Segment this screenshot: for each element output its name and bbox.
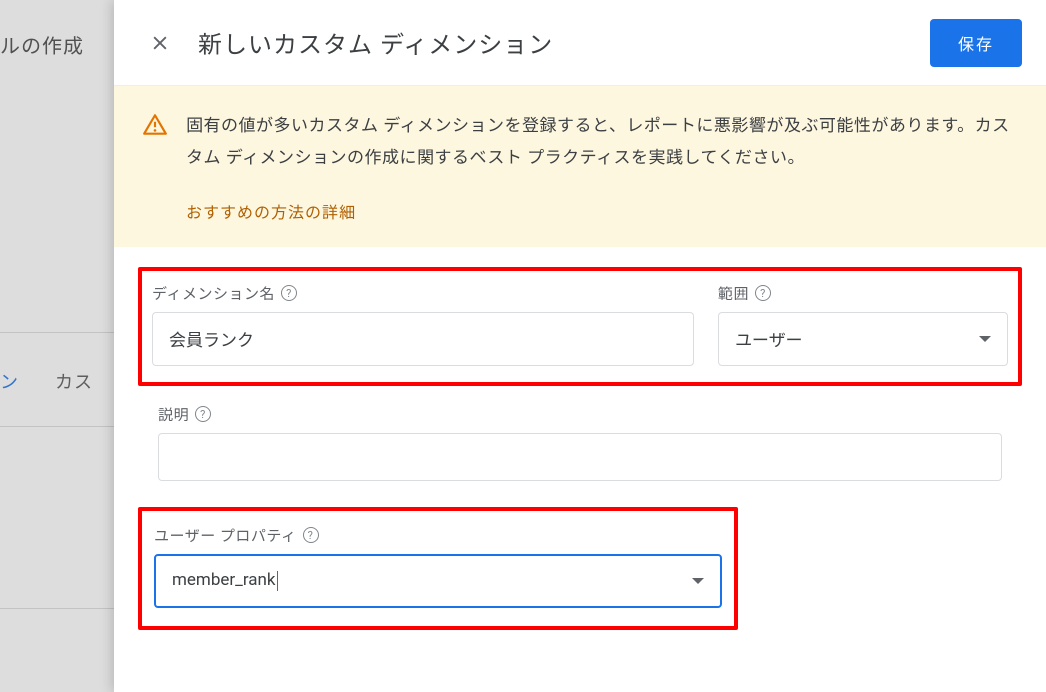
chevron-down-icon (979, 336, 991, 342)
scope-selected-value: ユーザー (735, 326, 803, 351)
description-label: 説明 (158, 404, 189, 425)
panel-title: 新しいカスタム ディメンション (198, 25, 930, 60)
close-button[interactable] (144, 27, 176, 59)
description-input[interactable] (158, 433, 1002, 481)
dimension-name-field: ディメンション名 ? (152, 283, 694, 366)
user-property-label-row: ユーザー プロパティ ? (154, 525, 722, 546)
help-icon[interactable]: ? (303, 527, 319, 543)
background-divider (0, 608, 114, 609)
warning-text: 固有の値が多いカスタム ディメンションを登録すると、レポートに悪影響が及ぶ可能性… (186, 110, 1014, 175)
description-field: 説明 ? (138, 394, 1022, 485)
panel-header: 新しいカスタム ディメンション 保存 (114, 0, 1046, 86)
warning-icon (142, 112, 168, 142)
highlight-name-scope: ディメンション名 ? 範囲 ? ユーザー (138, 267, 1022, 386)
user-property-field: ユーザー プロパティ ? member_rank (154, 525, 722, 608)
user-property-selected-value: member_rank (172, 570, 278, 591)
background-divider (0, 426, 114, 427)
save-button[interactable]: 保存 (930, 19, 1022, 67)
background-tab-other: カス (55, 368, 93, 394)
dimension-name-label-row: ディメンション名 ? (152, 283, 694, 304)
side-panel: 新しいカスタム ディメンション 保存 固有の値が多いカスタム ディメンションを登… (114, 0, 1046, 692)
help-icon[interactable]: ? (195, 406, 211, 422)
highlight-user-property: ユーザー プロパティ ? member_rank (138, 507, 738, 630)
warning-banner: 固有の値が多いカスタム ディメンションを登録すると、レポートに悪影響が及ぶ可能性… (114, 86, 1046, 247)
background-tab-active: ン (0, 368, 18, 394)
scope-select[interactable]: ユーザー (718, 312, 1008, 366)
help-icon[interactable]: ? (281, 285, 297, 301)
help-icon[interactable]: ? (755, 285, 771, 301)
close-icon (150, 33, 170, 53)
best-practices-link[interactable]: おすすめの方法の詳細 (186, 199, 356, 223)
user-property-select[interactable]: member_rank (154, 554, 722, 608)
modal-backdrop (0, 0, 114, 692)
description-label-row: 説明 ? (158, 404, 1002, 425)
warning-content: 固有の値が多いカスタム ディメンションを登録すると、レポートに悪影響が及ぶ可能性… (186, 110, 1014, 223)
scope-label-row: 範囲 ? (718, 283, 1008, 304)
background-header-fragment: ルの作成 (0, 30, 84, 59)
dimension-name-input[interactable] (152, 312, 694, 366)
background-divider (0, 332, 114, 333)
chevron-down-icon (692, 578, 704, 584)
dimension-name-label: ディメンション名 (152, 283, 275, 304)
user-property-label: ユーザー プロパティ (154, 525, 297, 546)
scope-label: 範囲 (718, 283, 749, 304)
form-area: ディメンション名 ? 範囲 ? ユーザー 説明 ? (114, 247, 1046, 650)
scope-field: 範囲 ? ユーザー (718, 283, 1008, 366)
